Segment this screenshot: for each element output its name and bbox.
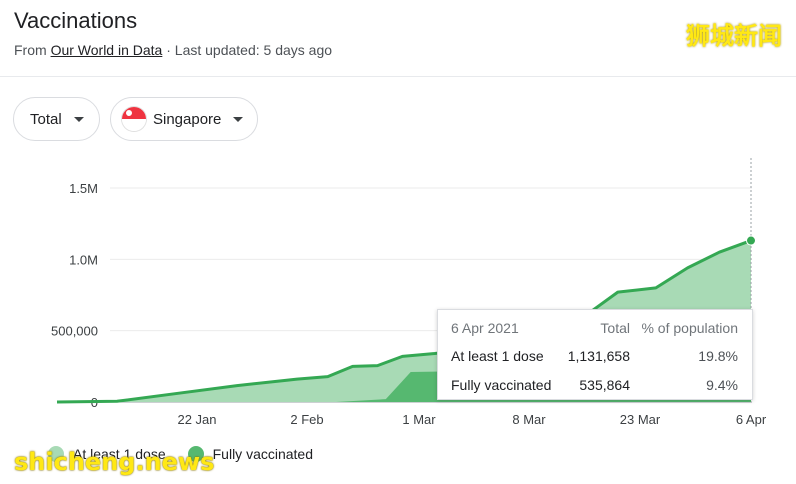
x-tick-label: 22 Jan	[177, 412, 216, 427]
watermark-text: shicheng.news	[14, 448, 215, 476]
tooltip-row-pct: 19.8%	[698, 348, 738, 364]
y-tick-label: 1.0M	[69, 252, 98, 267]
tooltip-row: Fully vaccinated 535,864 9.4%	[438, 377, 752, 397]
metric-dropdown-label: Total	[30, 110, 62, 128]
tooltip-row-pct: 9.4%	[706, 377, 738, 393]
y-tick-label: 1.5M	[69, 181, 98, 196]
x-tick-label: 6 Apr	[736, 412, 767, 427]
x-tick-label: 1 Mar	[402, 412, 436, 427]
chart-tooltip: 6 Apr 2021 Total % of population At leas…	[437, 309, 753, 400]
caret-down-icon	[233, 116, 244, 122]
tooltip-row-label: Fully vaccinated	[451, 377, 552, 393]
source-link[interactable]: Our World in Data	[51, 42, 163, 58]
header-divider	[0, 76, 796, 77]
legend-label: Fully vaccinated	[212, 446, 314, 462]
tooltip-col-pct: % of population	[641, 320, 738, 336]
x-tick-label: 2 Feb	[290, 412, 323, 427]
tooltip-row-total: 1,131,658	[567, 348, 630, 364]
tooltip-date: 6 Apr 2021	[451, 320, 519, 336]
country-dropdown[interactable]: Singapore	[110, 97, 258, 141]
metric-dropdown[interactable]: Total	[13, 97, 100, 141]
watermark-logo: 狮城新闻	[686, 22, 782, 50]
tooltip-row-total: 535,864	[579, 377, 630, 393]
country-dropdown-label: Singapore	[153, 110, 222, 128]
tooltip-row-label: At least 1 dose	[451, 348, 544, 364]
x-tick-label: 23 Mar	[620, 412, 661, 427]
tooltip-col-total: Total	[600, 320, 630, 336]
last-updated: · Last updated: 5 days ago	[162, 42, 333, 58]
singapore-flag-icon	[122, 107, 146, 131]
y-tick-label: 500,000	[51, 324, 98, 339]
from-label: From	[14, 42, 47, 58]
hover-point	[746, 235, 756, 246]
tooltip-row: At least 1 dose 1,131,658 19.8%	[438, 348, 752, 368]
source-line: From Our World in Data · Last updated: 5…	[14, 42, 332, 58]
caret-down-icon	[73, 116, 84, 122]
x-tick-label: 8 Mar	[512, 412, 546, 427]
page-title: Vaccinations	[14, 8, 138, 33]
